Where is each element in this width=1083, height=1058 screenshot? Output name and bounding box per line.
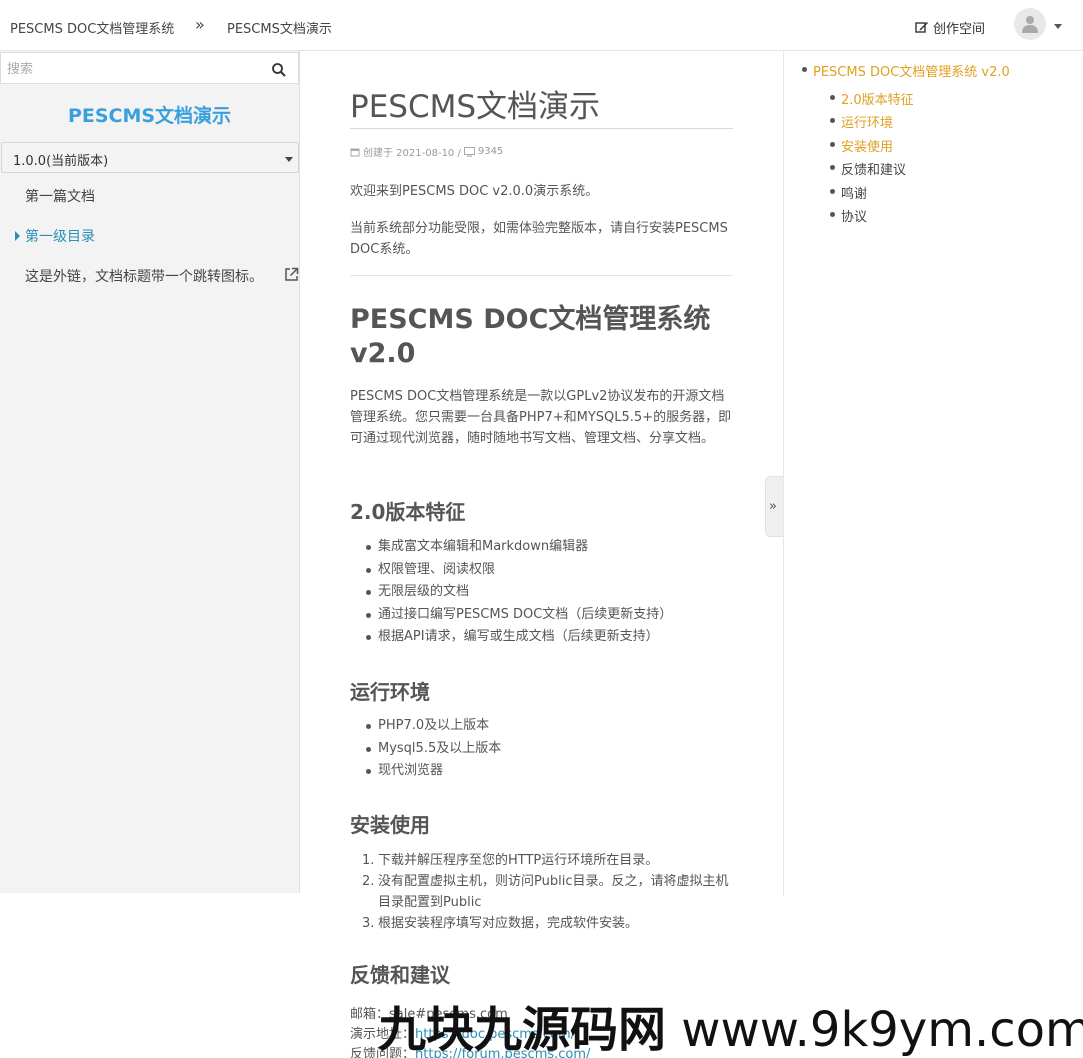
create-space-button[interactable]: 创作空间: [915, 18, 985, 37]
list-item: 权限管理、阅读权限: [365, 559, 672, 582]
created-date: 创建于 2021-08-10 /: [363, 148, 461, 159]
caret-right-icon: [15, 231, 20, 241]
edit-icon: [915, 22, 928, 33]
chevron-down-icon: [285, 157, 293, 162]
sidebar-item-external-link[interactable]: 这是外链，文档标题带一个跳转图标。: [25, 266, 263, 286]
sidebar-item-first-level[interactable]: 第一级目录: [25, 226, 95, 246]
watermark-cn: 九块九源码网: [378, 1002, 667, 1058]
version-selected-value: 1.0.0(当前版本): [13, 154, 109, 169]
install-steps: 1. 下载并解压程序至您的HTTP运行环境所在目录。 2. 没有配置虚拟主机，则访问…: [362, 850, 733, 934]
toc-item-env[interactable]: 运行环境: [829, 112, 893, 131]
list-item: Mysql5.5及以上版本: [365, 738, 501, 761]
search-icon[interactable]: [271, 62, 287, 78]
sidebar: PESCMS文档演示 1.0.0(当前版本) 第一篇文档 第一级目录 这是外链，…: [0, 51, 300, 893]
toc-item-features[interactable]: 2.0版本特征: [830, 89, 914, 108]
list-item: 3. 根据安装程序填写对应数据，完成软件安装。: [362, 916, 639, 931]
breadcrumb-root[interactable]: PESCMS DOC文档管理系统: [10, 18, 174, 37]
list-item: 现代浏览器: [365, 760, 501, 783]
monitor-icon: [463, 146, 475, 157]
user-icon: [1022, 16, 1038, 33]
list-item: 集成富文本编辑和Markdown编辑器: [365, 536, 672, 559]
intro-paragraph: 欢迎来到PESCMS DOC v2.0.0演示系统。: [350, 184, 599, 199]
list-item: 根据API请求，编写或生成文档（后续更新支持）: [365, 626, 672, 649]
features-list: 集成富文本编辑和Markdown编辑器 权限管理、阅读权限 无限层级的文档 通过…: [365, 536, 672, 649]
section-heading-features: 2.0版本特征: [350, 500, 466, 524]
toc-item-root[interactable]: PESCMS DOC文档管理系统 v2.0: [802, 61, 1010, 80]
search-box: [0, 52, 299, 84]
list-item: PHP7.0及以上版本: [365, 715, 501, 738]
site-brand[interactable]: PESCMS文档演示: [0, 101, 299, 128]
create-space-label: 创作空间: [933, 22, 986, 37]
top-header: PESCMS DOC文档管理系统 » PESCMS文档演示 创作空间: [0, 0, 1083, 51]
breadcrumb-separator: »: [195, 15, 205, 34]
breadcrumb-current[interactable]: PESCMS文档演示: [227, 18, 332, 37]
toc-item-license[interactable]: 协议: [829, 206, 867, 225]
toc-item-install[interactable]: 安装使用: [829, 136, 893, 155]
calendar-icon: [350, 148, 360, 156]
list-item: 通过接口编写PESCMS DOC文档（后续更新支持）: [365, 604, 672, 627]
table-of-contents: PESCMS DOC文档管理系统 v2.0 2.0版本特征 运行环境 安装使用 …: [783, 51, 1083, 896]
section-heading-main: PESCMS DOC文档管理系统 v2.0: [350, 304, 711, 369]
section-heading-install: 安装使用: [350, 813, 430, 837]
toc-toggle-button[interactable]: »: [765, 476, 784, 537]
toc-item-feedback[interactable]: 反馈和建议: [829, 159, 906, 178]
list-item: 1. 下载并解压程序至您的HTTP运行环境所在目录。: [362, 853, 659, 868]
article-meta: 创建于 2021-08-10 / 9345: [350, 144, 503, 159]
env-list: PHP7.0及以上版本 Mysql5.5及以上版本 现代浏览器: [365, 715, 501, 783]
double-chevron-right-icon: »: [769, 499, 777, 514]
page-title: PESCMS文档演示: [350, 89, 601, 125]
section-heading-feedback: 反馈和建议: [350, 963, 450, 987]
sidebar-item-first-doc[interactable]: 第一篇文档: [25, 186, 95, 206]
notice-paragraph: 当前系统部分功能受限，如需体验完整版本，请自行安装PESCMS DOC系统。: [350, 221, 728, 257]
description-paragraph: PESCMS DOC文档管理系统是一款以GPLv2协议发布的开源文档管理系统。您…: [350, 389, 732, 446]
view-count: 9345: [477, 146, 504, 157]
divider: [350, 128, 733, 129]
avatar[interactable]: [1014, 8, 1046, 40]
watermark-url: www.9k9ym.com: [681, 1002, 1083, 1058]
list-item: 无限层级的文档: [365, 581, 672, 604]
search-input[interactable]: [7, 59, 257, 79]
toc-item-thanks[interactable]: 鸣谢: [829, 183, 867, 202]
version-select[interactable]: 1.0.0(当前版本): [1, 142, 299, 173]
list-item: 2. 没有配置虚拟主机，则访问Public目录。反之，请将虚拟主机目录配置到Pub…: [362, 874, 729, 910]
chevron-down-icon[interactable]: [1054, 24, 1062, 29]
external-link-icon: [285, 267, 299, 281]
section-heading-env: 运行环境: [350, 680, 430, 704]
watermark: 九块九源码网 www.9k9ym.com: [378, 990, 1083, 1058]
divider: [350, 275, 733, 276]
